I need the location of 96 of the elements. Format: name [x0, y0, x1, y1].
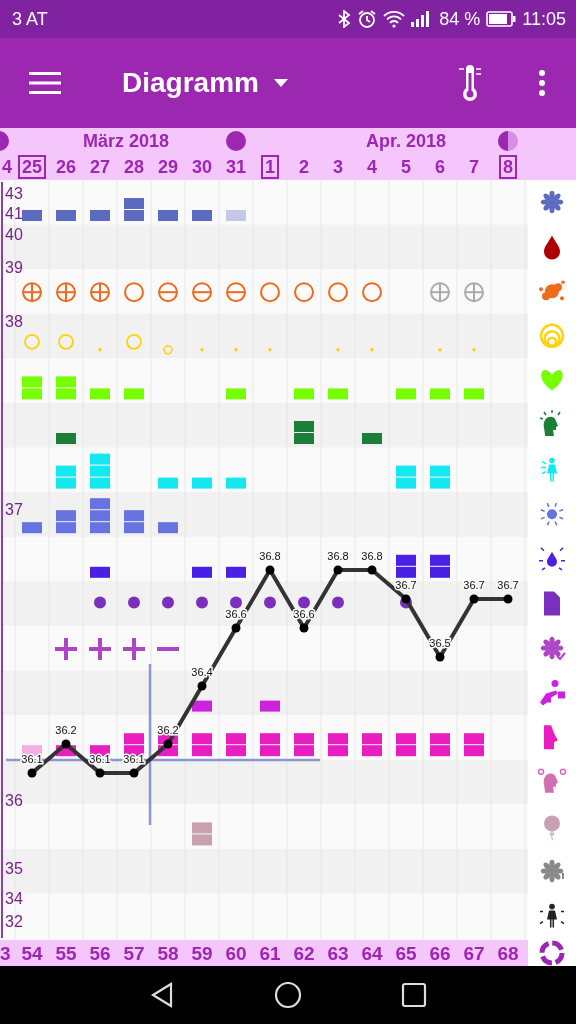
bending-person-icon[interactable] [540, 680, 565, 706]
date-label[interactable]: 4 [0, 155, 16, 179]
splash-icon[interactable] [539, 280, 565, 301]
date-label[interactable]: 28 [120, 155, 148, 179]
date-label[interactable]: 2 [295, 155, 313, 179]
data-label: 36.8 [327, 550, 349, 562]
cycle-day-label: 59 [191, 943, 213, 964]
cycle-day-label: 58 [157, 943, 179, 964]
data-label: 36.7 [463, 579, 485, 591]
axis-label: 37 [5, 501, 23, 518]
date-label[interactable]: 4 [363, 155, 381, 179]
data-label: 36.8 [259, 550, 281, 562]
date-label[interactable]: 30 [188, 155, 216, 179]
data-point[interactable] [197, 681, 207, 691]
data-point[interactable] [503, 594, 513, 604]
data-label: 36.1 [123, 753, 145, 765]
clock: 11:05 [522, 8, 566, 30]
recents-icon[interactable] [400, 982, 427, 1008]
cycle-day-label: 63 [327, 943, 349, 964]
more-options-icon[interactable] [538, 69, 546, 97]
cycle-day-label: 66 [429, 943, 451, 964]
axis-label: 34 [5, 890, 23, 907]
date-label[interactable]: 1 [261, 155, 279, 179]
data-point[interactable] [299, 623, 309, 633]
thermometer-icon[interactable] [456, 63, 484, 103]
cycle-day-label: 55 [55, 943, 77, 964]
cycle-day-label: 3 [0, 943, 11, 964]
flower-icon[interactable] [540, 190, 564, 214]
face-profile-icon[interactable] [544, 725, 558, 750]
date-label[interactable]: 7 [465, 155, 483, 179]
data-label: 36.7 [497, 579, 519, 591]
bluetooth-icon [337, 10, 352, 28]
document-icon[interactable] [544, 591, 560, 616]
drop-burst-icon[interactable] [538, 547, 566, 571]
alarm-icon [357, 9, 378, 29]
cycle-day-label: 64 [361, 943, 383, 964]
data-point[interactable] [367, 565, 377, 575]
data-point[interactable] [401, 594, 411, 604]
cycle-day-label: 60 [225, 943, 247, 964]
data-point[interactable] [95, 768, 105, 778]
data-point[interactable] [469, 594, 479, 604]
data-point[interactable] [27, 768, 37, 778]
cycle-day-label: 68 [497, 943, 519, 964]
battery-icon [486, 11, 517, 27]
data-label: 36.2 [55, 724, 77, 736]
date-label[interactable]: 5 [397, 155, 415, 179]
flower-alert-icon[interactable] [540, 859, 564, 883]
data-point[interactable] [265, 565, 275, 575]
axis-label: 36 [5, 792, 23, 809]
view-dropdown[interactable]: Diagramm [122, 67, 289, 99]
data-point[interactable] [435, 652, 445, 662]
axis-label: 40 [5, 226, 23, 243]
data-label: 36.1 [21, 753, 43, 765]
data-label: 36.7 [395, 579, 417, 591]
data-label: 36.8 [361, 550, 383, 562]
month-label: Apr. 2018 [365, 130, 447, 152]
drop-icon[interactable] [544, 235, 560, 260]
axis-label: 38 [5, 313, 23, 330]
cycle-day-label: 56 [89, 943, 111, 964]
date-label[interactable]: 26 [52, 155, 80, 179]
date-label[interactable]: 8 [499, 155, 517, 179]
axis-label: 39 [5, 259, 23, 276]
data-point[interactable] [333, 565, 343, 575]
caret-icon [272, 78, 289, 88]
head-icon[interactable] [539, 409, 561, 436]
battery-percent: 84 % [439, 8, 481, 30]
date-label[interactable]: 25 [18, 155, 46, 179]
cycle-day-label: 67 [463, 943, 485, 964]
date-label[interactable]: 27 [86, 155, 114, 179]
standing-woman-icon[interactable] [539, 903, 565, 928]
axis-label: 41 [5, 205, 23, 222]
dizzy-head-icon[interactable] [537, 768, 567, 793]
date-label[interactable]: 29 [154, 155, 182, 179]
data-point[interactable] [231, 623, 241, 633]
date-label[interactable]: 31 [222, 155, 250, 179]
home-icon[interactable] [274, 981, 302, 1009]
cycle-day-label: 65 [395, 943, 417, 964]
month-label: März 2018 [82, 130, 171, 152]
menu-icon[interactable] [29, 71, 61, 95]
burst-icon[interactable] [540, 502, 564, 527]
flower-check-icon[interactable] [540, 636, 566, 661]
axis-label: 32 [5, 913, 23, 930]
axis-label: 43 [5, 185, 23, 202]
date-label[interactable]: 6 [431, 155, 449, 179]
cycle-day-label: 62 [293, 943, 315, 964]
cycle-day-label: 57 [123, 943, 145, 964]
data-point[interactable] [129, 768, 139, 778]
wifi-icon [383, 10, 406, 28]
cycle-day-label: 54 [21, 943, 43, 964]
data-point[interactable] [61, 739, 71, 749]
data-label: 36.1 [89, 753, 111, 765]
date-label[interactable]: 3 [329, 155, 347, 179]
cycle-icon[interactable] [539, 940, 565, 966]
axis-label: 35 [5, 860, 23, 877]
carrier-label: 3 AT [12, 8, 48, 30]
cycle-day-label: 61 [259, 943, 281, 964]
